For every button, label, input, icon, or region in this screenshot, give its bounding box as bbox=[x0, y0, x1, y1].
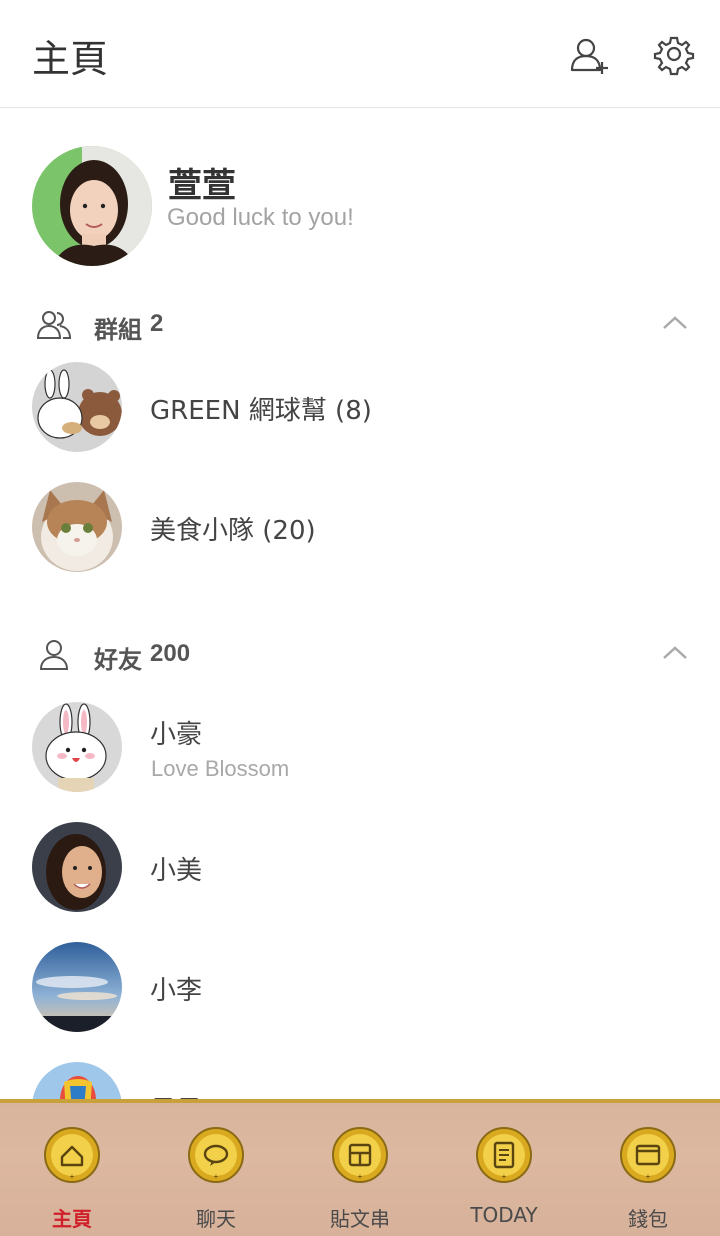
friend-item[interactable]: 小豪 Love Blossom bbox=[0, 692, 720, 802]
tab-today[interactable]: + TODAY bbox=[432, 1103, 576, 1236]
news-icon: + bbox=[476, 1127, 532, 1183]
bottom-tab-bar: + 主頁 + 聊天 + 貼文串 + TODAY + 錢包 bbox=[0, 1099, 720, 1236]
groups-label: 群組 bbox=[94, 316, 142, 344]
friend-name: 小豪 bbox=[150, 720, 203, 750]
friend-name: 小李 bbox=[150, 976, 203, 1006]
groups-section-header: 群組 2 bbox=[0, 298, 720, 354]
gear-icon bbox=[653, 36, 695, 76]
profile-name: 萱萱 bbox=[168, 166, 236, 206]
chat-icon: + bbox=[188, 1127, 244, 1183]
friend-status-message: Love Blossom bbox=[151, 756, 290, 781]
groups-count: 2 bbox=[150, 310, 164, 337]
profile-status-message: Good luck to you! bbox=[167, 204, 354, 231]
chevron-up-icon[interactable] bbox=[660, 310, 690, 336]
tab-timeline[interactable]: + 貼文串 bbox=[288, 1103, 432, 1236]
tab-label: 錢包 bbox=[628, 1207, 668, 1231]
add-friend-button[interactable] bbox=[566, 32, 614, 80]
timeline-icon: + bbox=[332, 1127, 388, 1183]
top-bar: 主頁 bbox=[0, 0, 720, 108]
settings-button[interactable] bbox=[650, 32, 698, 80]
friends-label: 好友 bbox=[94, 646, 142, 674]
tab-chats[interactable]: + 聊天 bbox=[144, 1103, 288, 1236]
tab-label: 聊天 bbox=[196, 1207, 236, 1231]
friend-item[interactable]: 小美 bbox=[0, 812, 720, 922]
friend-avatar bbox=[32, 942, 122, 1032]
wallet-icon: + bbox=[620, 1127, 676, 1183]
group-name: GREEN 網球幫 (8) bbox=[150, 396, 372, 426]
group-item-food-team[interactable]: 美食小隊 (20) bbox=[0, 472, 720, 582]
tab-label: 主頁 bbox=[52, 1207, 92, 1231]
my-profile[interactable]: 萱萱 Good luck to you! bbox=[0, 108, 720, 288]
friends-section-header: 好友 200 bbox=[0, 628, 720, 684]
home-icon: + bbox=[44, 1127, 100, 1183]
tab-home[interactable]: + 主頁 bbox=[0, 1103, 144, 1236]
friends-count: 200 bbox=[150, 640, 191, 667]
svg-text:+: + bbox=[214, 1172, 219, 1181]
svg-text:+: + bbox=[646, 1172, 651, 1181]
friend-avatar bbox=[32, 822, 122, 912]
svg-text:+: + bbox=[358, 1172, 363, 1181]
person-icon bbox=[39, 640, 69, 670]
friend-item[interactable]: 小李 bbox=[0, 932, 720, 1042]
friend-avatar bbox=[32, 702, 122, 792]
page-title: 主頁 bbox=[32, 37, 109, 81]
friend-name: 小美 bbox=[150, 856, 203, 886]
add-friend-icon bbox=[570, 38, 608, 74]
group-avatar bbox=[32, 362, 122, 452]
group-avatar bbox=[32, 482, 122, 572]
tab-label: TODAY bbox=[470, 1203, 538, 1227]
svg-text:+: + bbox=[502, 1172, 507, 1181]
svg-text:+: + bbox=[70, 1172, 75, 1181]
tab-wallet[interactable]: + 錢包 bbox=[576, 1103, 720, 1236]
group-item-green-tennis[interactable]: GREEN 網球幫 (8) bbox=[0, 352, 720, 462]
tab-label: 貼文串 bbox=[330, 1207, 390, 1231]
group-name: 美食小隊 (20) bbox=[150, 516, 316, 546]
chevron-up-icon[interactable] bbox=[660, 640, 690, 666]
profile-avatar bbox=[32, 146, 152, 266]
group-icon bbox=[36, 311, 72, 339]
